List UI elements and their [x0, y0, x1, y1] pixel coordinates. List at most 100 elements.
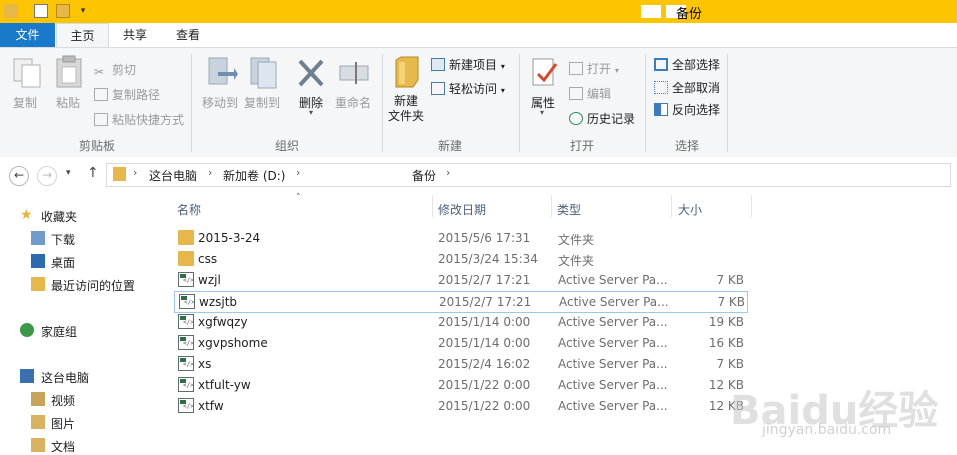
chevron-down-icon[interactable]: ▾ [76, 4, 90, 18]
file-name: wzsjtb [199, 295, 238, 309]
file-row[interactable]: xgvpshome 2015/1/14 0:00 Active Server Pa.… [174, 333, 748, 353]
file-row[interactable]: xtfw2015/1/22 0:00Active Server Pa...12 … [174, 396, 748, 416]
folder-icon [113, 167, 126, 181]
column-divider[interactable] [432, 195, 433, 217]
chevron-right-icon[interactable]: › [296, 166, 300, 179]
redacted-breadcrumb [311, 170, 407, 180]
nav-recent[interactable]: 最近访问的位置 [51, 277, 135, 294]
column-header-name[interactable]: 名称 [177, 201, 201, 218]
address-row: ← → ▾ ↑ › 这台电脑 › 新加卷 (D:) › 备份 › [0, 157, 957, 192]
nav-documents[interactable]: 文档 [51, 438, 75, 455]
select-all-button[interactable]: 全部选择 [654, 56, 720, 73]
recent-locations-dropdown[interactable]: ▾ [66, 168, 71, 178]
up-arrow-icon[interactable]: ↑ [87, 165, 99, 181]
chevron-down-icon: ▾ [540, 108, 545, 117]
file-date: 2015/2/4 16:02 [438, 357, 531, 371]
chevron-down-icon: ▾ [309, 108, 314, 117]
column-divider[interactable] [551, 195, 552, 217]
breadcrumb-backup[interactable]: 备份 [412, 167, 436, 184]
file-row[interactable]: css 2015/3/24 15:34 文件夹 [174, 249, 748, 269]
breadcrumb-this-pc[interactable]: 这台电脑 [149, 167, 197, 184]
move-to-button[interactable]: 移动到 [199, 94, 241, 111]
address-bar[interactable]: › 这台电脑 › 新加卷 (D:) › 备份 › [106, 163, 951, 187]
file-type: Active Server Pa... [558, 378, 668, 392]
nav-desktop[interactable]: 桌面 [51, 254, 75, 271]
asp-file-icon [179, 294, 195, 309]
file-name: xgvpshome [198, 336, 268, 350]
group-divider [191, 54, 192, 152]
nav-downloads[interactable]: 下载 [51, 231, 75, 248]
chevron-down-icon: ▾ [500, 86, 505, 95]
watermark-url: jingyan.baidu.com [762, 422, 892, 438]
file-date: 2015/3/24 15:34 [438, 252, 538, 266]
select-none-icon [654, 81, 668, 94]
chevron-right-icon[interactable]: › [446, 166, 450, 179]
folder-icon [178, 251, 194, 266]
select-all-icon [654, 58, 668, 71]
breadcrumb-drive-d[interactable]: 新加卷 (D:) [223, 167, 285, 184]
file-row[interactable]: 2015-3-24 2015/5/6 17:31 文件夹 [174, 228, 748, 248]
paste-button[interactable]: 粘贴 [50, 94, 86, 111]
asp-file-icon [178, 356, 194, 371]
file-row[interactable]: xs 2015/2/4 16:02 Active Server Pa... 7 KB [174, 354, 748, 374]
back-button[interactable]: ← [9, 166, 29, 186]
easy-access-icon [431, 82, 445, 95]
desktop-icon [31, 254, 45, 268]
rename-icon [339, 62, 369, 84]
downloads-icon [31, 231, 45, 245]
group-divider [727, 54, 728, 152]
copy-path-button[interactable]: 复制路径 [94, 86, 160, 103]
invert-selection-button[interactable]: 反向选择 [654, 101, 720, 118]
column-header-size[interactable]: 大小 [678, 201, 702, 218]
copy-to-button[interactable]: 复制到 [241, 94, 283, 111]
ribbon: 复制 粘贴 ✂ 剪切 复制路径 粘贴快捷方式 剪贴板 移动到 复制到 删除 ▾ 重… [0, 47, 957, 158]
star-icon: ★ [20, 207, 33, 223]
nav-homegroup[interactable]: 家庭组 [41, 323, 77, 340]
tab-file[interactable]: 文件 [0, 23, 55, 47]
nav-videos[interactable]: 视频 [51, 392, 75, 409]
tab-share[interactable]: 共享 [112, 23, 158, 47]
forward-button[interactable]: → [37, 166, 57, 186]
file-row[interactable]: xgfwqzy 2015/1/14 0:00 Active Server Pa...… [174, 312, 748, 332]
new-item-button[interactable]: 新建项目 ▾ [431, 56, 505, 73]
file-row[interactable]: wzsjtb 2015/2/7 17:21 Active Server Pa... 7… [174, 291, 748, 313]
select-none-button[interactable]: 全部取消 [654, 79, 720, 96]
properties-icon[interactable] [34, 4, 48, 18]
nav-pictures[interactable]: 图片 [51, 415, 75, 432]
easy-access-button[interactable]: 轻松访问 ▾ [431, 80, 505, 97]
nav-this-pc[interactable]: 这台电脑 [41, 369, 89, 386]
column-header-date[interactable]: 修改日期 [438, 201, 486, 218]
column-divider[interactable] [751, 195, 752, 217]
file-row[interactable]: xtfult-yw 2015/1/22 0:00 Active Server Pa.… [174, 375, 748, 395]
file-size: 19 KB [708, 315, 744, 329]
group-label-organize: 组织 [274, 139, 299, 153]
chevron-right-icon[interactable]: › [208, 166, 212, 179]
new-folder-icon[interactable] [56, 4, 70, 18]
chevron-right-icon[interactable]: › [133, 166, 137, 179]
open-button[interactable]: 打开 ▾ [569, 60, 619, 77]
column-header-type[interactable]: 类型 [557, 201, 581, 218]
arrow-right-icon: → [42, 168, 53, 182]
asp-file-icon [178, 335, 194, 350]
new-folder-button[interactable]: 新建 文件夹 [386, 94, 426, 124]
rename-button[interactable]: 重命名 [332, 94, 374, 111]
column-divider[interactable] [671, 195, 672, 217]
tab-home[interactable]: 主页 [56, 23, 109, 49]
new-item-icon [431, 58, 445, 71]
paste-shortcut-button[interactable]: 粘贴快捷方式 [94, 111, 184, 128]
file-type: Active Server Pa... [558, 315, 668, 329]
history-button[interactable]: 历史记录 [569, 110, 635, 127]
file-type: 文件夹 [558, 233, 595, 247]
tab-view[interactable]: 查看 [164, 23, 212, 47]
cut-button[interactable]: ✂ 剪切 [94, 61, 136, 79]
documents-icon [31, 438, 45, 452]
file-row[interactable]: wzjl 2015/2/7 17:21 Active Server Pa... 7 K… [174, 270, 748, 290]
edit-button[interactable]: 编辑 [569, 85, 611, 102]
recent-places-icon [31, 277, 45, 291]
homegroup-icon [20, 323, 34, 337]
file-name: xtfw [198, 399, 224, 413]
group-divider [645, 54, 646, 152]
title-bar: ▾ 备份 [0, 0, 957, 23]
nav-favorites[interactable]: 收藏夹 [41, 208, 77, 225]
copy-button[interactable]: 复制 [8, 94, 42, 111]
